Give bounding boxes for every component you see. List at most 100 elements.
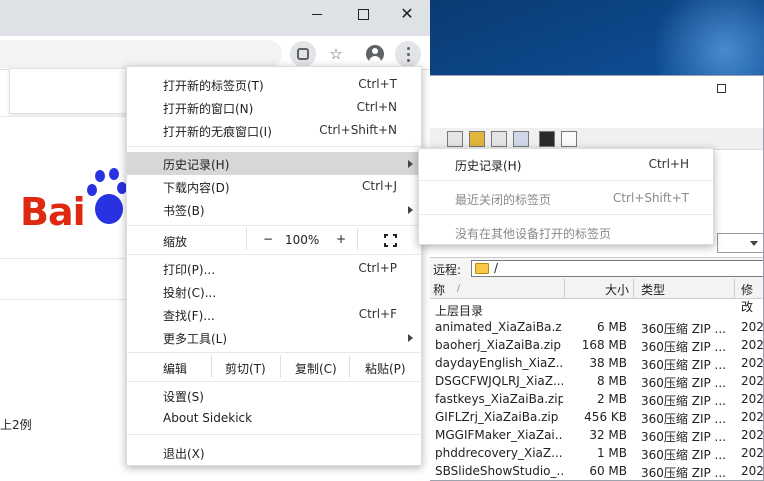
- parent-directory-label: 上层目录: [435, 304, 484, 318]
- zoom-divider: [246, 228, 247, 250]
- maximize-icon[interactable]: [717, 84, 726, 93]
- file-size: 168 MB: [581, 338, 627, 352]
- address-bar[interactable]: [0, 40, 282, 68]
- parent-directory-row[interactable]: 上层目录: [421, 301, 763, 319]
- file-type: 360压缩 ZIP ...: [641, 466, 726, 480]
- file-modified: 2020: [741, 428, 764, 442]
- menu-item-find[interactable]: 查找(F)... Ctrl+F: [127, 303, 421, 326]
- edit-pen-icon[interactable]: [561, 131, 577, 147]
- file-row[interactable]: DSGCFWJQLRJ_XiaZ... 8 MB 360压缩 ZIP ... 2…: [421, 373, 763, 391]
- cut-button[interactable]: 剪切(T): [225, 360, 266, 377]
- paste-button[interactable]: 粘贴(P): [365, 360, 406, 377]
- zoom-in-button[interactable]: +: [336, 232, 346, 246]
- column-divider[interactable]: [633, 278, 634, 299]
- submenu-arrow-icon: [408, 206, 413, 214]
- menu-item-history[interactable]: 历史记录(H): [127, 152, 421, 175]
- file-size: 456 KB: [584, 410, 627, 424]
- file-modified: 2020: [741, 320, 764, 334]
- submenu-item-history[interactable]: 历史记录(H) Ctrl+H: [419, 153, 713, 176]
- file-name: GIFLZrj_XiaZaiBa.zip: [435, 410, 559, 424]
- file-size: 60 MB: [589, 464, 627, 478]
- column-name[interactable]: 称: [433, 281, 445, 298]
- divider: [0, 116, 130, 117]
- file-size: 1 MB: [596, 446, 627, 460]
- fullscreen-icon[interactable]: [384, 234, 397, 247]
- menu-item-downloads[interactable]: 下载内容(D) Ctrl+J: [127, 175, 421, 198]
- column-type[interactable]: 类型: [641, 281, 665, 298]
- menu-item-exit[interactable]: 退出(X): [127, 441, 421, 464]
- file-row[interactable]: baoherj_XiaZaiBa.zip 168 MB 360压缩 ZIP ..…: [421, 337, 763, 355]
- menu-separator: [127, 352, 421, 353]
- menu-item-bookmarks[interactable]: 书签(B): [127, 198, 421, 221]
- file-row[interactable]: SBSlideShowStudio_... 60 MB 360压缩 ZIP ..…: [421, 463, 764, 480]
- maximize-icon[interactable]: [340, 0, 386, 30]
- menu-separator: [127, 225, 421, 226]
- star-icon[interactable]: ☆: [323, 41, 349, 67]
- menu-item-cast[interactable]: 投射(C)...: [127, 280, 421, 303]
- menu-item-shortcut: Ctrl+Shift+T: [612, 191, 689, 205]
- file-row[interactable]: MGGIFMaker_XiaZai... 32 MB 360压缩 ZIP ...…: [421, 427, 763, 445]
- file-modified: 2020: [741, 464, 764, 478]
- submenu-item-other-devices: 没有在其他设备打开的标签页: [419, 221, 713, 244]
- baidu-logo[interactable]: Bai: [20, 190, 86, 234]
- folder-icon: [475, 263, 489, 274]
- menu-separator: [419, 214, 713, 215]
- file-row[interactable]: GIFLZrj_XiaZaiBa.zip 456 KB 360压缩 ZIP ..…: [421, 409, 763, 427]
- file-type: 360压缩 ZIP ...: [641, 430, 726, 444]
- profile-button[interactable]: [362, 41, 388, 67]
- sort-indicator-icon: /: [457, 284, 461, 294]
- menu-item-new-window[interactable]: 打开新的窗口(N) Ctrl+N: [127, 96, 421, 119]
- menu-separator: [127, 254, 421, 255]
- lens-glyph: [297, 48, 309, 60]
- view-dropdown[interactable]: [717, 233, 763, 253]
- menu-item-incognito[interactable]: 打开新的无痕窗口(I) Ctrl+Shift+N: [127, 119, 421, 142]
- terminal-icon[interactable]: [539, 131, 555, 147]
- column-divider[interactable]: [564, 278, 565, 299]
- zoom-out-button[interactable]: −: [263, 232, 273, 246]
- file-size: 38 MB: [589, 356, 627, 370]
- file-modified: 2020: [741, 410, 764, 424]
- file-manager-window: 远程: / 称 / 大小 类型 修改 上层目录 animated_XiaZaiB…: [420, 75, 764, 481]
- menu-button[interactable]: [395, 41, 421, 67]
- menu-item-label: 历史记录(H): [455, 159, 522, 173]
- file-manager-titlebar: [421, 76, 763, 102]
- menu-item-label: 投射(C)...: [163, 286, 217, 300]
- close-icon[interactable]: ✕: [384, 0, 430, 30]
- browser-titlebar: ✕: [0, 0, 430, 36]
- menu-item-shortcut: Ctrl+P: [358, 261, 397, 275]
- file-modified: 2020: [741, 392, 764, 406]
- more-vert-icon: [407, 47, 410, 62]
- minimize-icon[interactable]: [294, 0, 340, 30]
- menu-item-shortcut: Ctrl+F: [358, 307, 397, 321]
- menu-item-shortcut: Ctrl+T: [358, 77, 397, 91]
- file-size: 2 MB: [596, 392, 627, 406]
- remote-path-input[interactable]: /: [471, 260, 763, 277]
- menu-item-settings[interactable]: 设置(S): [127, 384, 421, 407]
- column-size[interactable]: 大小: [605, 281, 629, 298]
- copy-button[interactable]: 复制(C): [295, 360, 337, 377]
- web-icon[interactable]: [447, 131, 463, 147]
- menu-item-new-tab[interactable]: 打开新的标签页(T) Ctrl+T: [127, 73, 421, 96]
- file-row[interactable]: phddrecovery_XiaZ... 1 MB 360压缩 ZIP ... …: [421, 445, 763, 463]
- submenu-item-recently-closed: 最近关闭的标签页 Ctrl+Shift+T: [419, 187, 713, 210]
- menu-separator: [127, 146, 421, 147]
- file-row[interactable]: animated_XiaZaiBa.z... 6 MB 360压缩 ZIP ..…: [421, 319, 763, 337]
- menu-item-label: 打开新的窗口(N): [163, 102, 254, 116]
- remote-path-value: /: [494, 261, 499, 275]
- page-text: 上2例: [0, 418, 32, 432]
- lens-icon[interactable]: [290, 41, 316, 67]
- list-icon[interactable]: [513, 131, 529, 147]
- file-row[interactable]: fastkeys_XiaZaiBa.zip 2 MB 360压缩 ZIP ...…: [421, 391, 763, 409]
- menu-separator: [127, 434, 421, 435]
- window-icon[interactable]: [491, 131, 507, 147]
- folder-toolbar-icon[interactable]: [469, 131, 485, 147]
- menu-item-label: 没有在其他设备打开的标签页: [455, 227, 612, 241]
- menu-item-label: About Sidekick: [163, 411, 253, 425]
- menu-item-print[interactable]: 打印(P)... Ctrl+P: [127, 257, 421, 280]
- edit-divider: [280, 355, 281, 378]
- column-divider[interactable]: [734, 278, 735, 299]
- file-row[interactable]: daydayEnglish_XiaZ... 38 MB 360压缩 ZIP ..…: [421, 355, 763, 373]
- menu-item-about[interactable]: About Sidekick: [127, 407, 421, 430]
- menu-item-more-tools[interactable]: 更多工具(L): [127, 326, 421, 349]
- menu-separator: [419, 180, 713, 181]
